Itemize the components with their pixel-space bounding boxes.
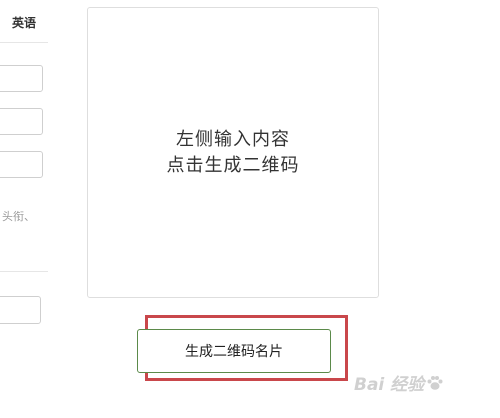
qr-preview-box: 左侧输入内容 点击生成二维码 <box>87 7 379 298</box>
form-input-1[interactable] <box>0 65 43 92</box>
baidu-watermark: Bai 经验 <box>354 370 444 395</box>
preview-instruction-line2: 点击生成二维码 <box>166 154 300 176</box>
watermark-text: Bai 经验 <box>354 375 425 395</box>
preview-instruction-line1: 左侧输入内容 <box>176 128 290 150</box>
form-input-4[interactable] <box>0 296 41 324</box>
form-input-3[interactable] <box>0 151 43 178</box>
paw-icon <box>426 374 444 392</box>
form-input-2[interactable] <box>0 108 43 135</box>
form-hint-text: 头衔、 <box>2 210 35 223</box>
tab-english[interactable]: 英语 <box>12 14 36 31</box>
generate-qr-card-button[interactable]: 生成二维码名片 <box>137 329 331 373</box>
tab-divider <box>0 42 48 43</box>
section-divider <box>0 271 48 272</box>
